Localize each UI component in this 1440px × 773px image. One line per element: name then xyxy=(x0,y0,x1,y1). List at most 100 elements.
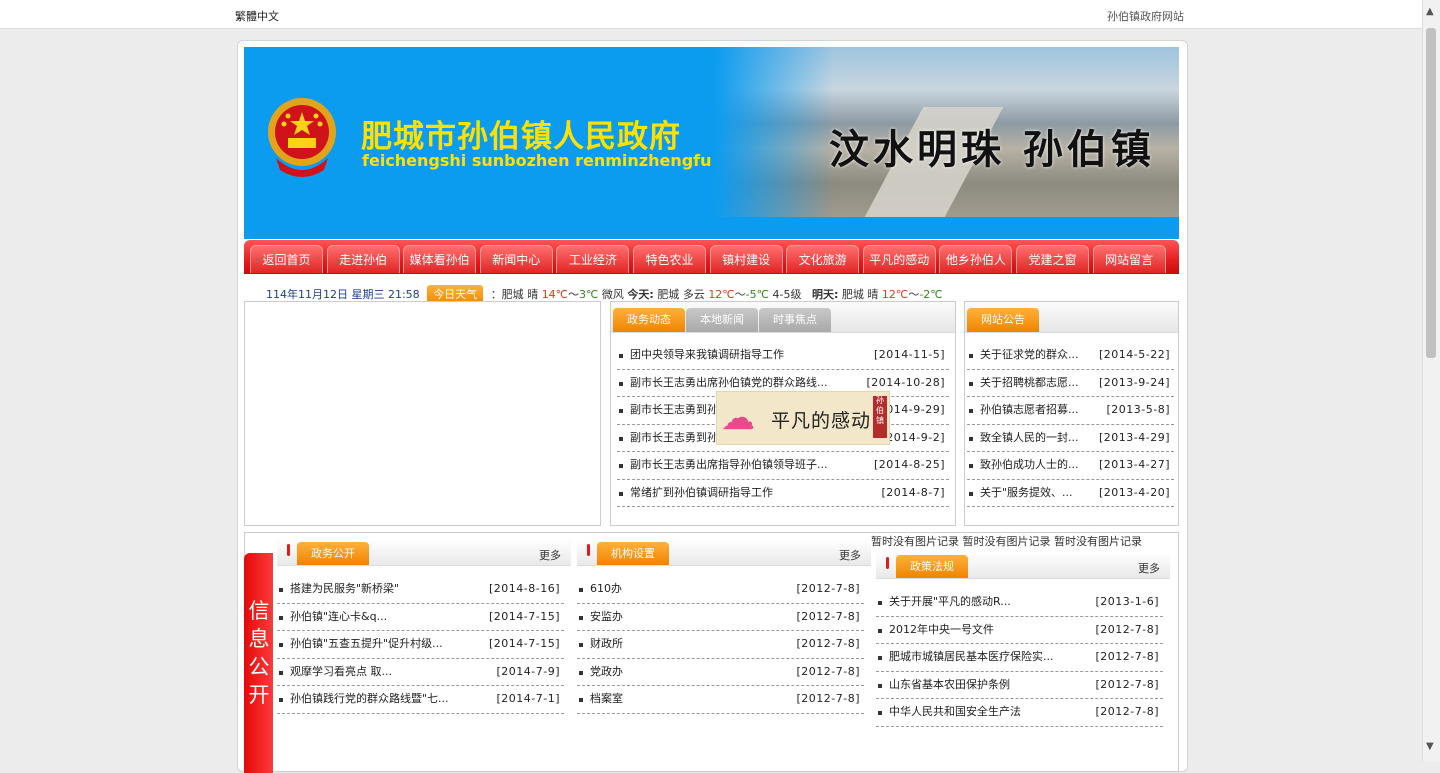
list-item-title[interactable]: 肥城市城镇居民基本医疗保险实... xyxy=(889,644,1054,670)
tab-gov-open[interactable]: 政务公开 xyxy=(297,542,369,565)
list-item-title[interactable]: 团中央领导来我镇调研指导工作 xyxy=(630,342,784,368)
gov-open-more-link[interactable]: 更多 xyxy=(539,547,561,563)
nav-item[interactable]: 党建之窗 xyxy=(1016,245,1089,273)
tab-policy[interactable]: 政策法规 xyxy=(896,555,968,578)
list-item-title[interactable]: 观摩学习看亮点 取... xyxy=(290,659,392,685)
list-item[interactable]: 孙伯镇"五查五提升"促升村级... [2014-7-15] xyxy=(277,631,564,659)
list-item-title[interactable]: 关于"服务提效、... xyxy=(980,480,1073,506)
list-item[interactable]: 关于开展"平凡的感动R... [2013-1-6] xyxy=(876,589,1163,617)
weather-now-low: 3℃ xyxy=(579,288,599,301)
site-name-link[interactable]: 孙伯镇政府网站 xyxy=(1107,8,1184,24)
list-item[interactable]: 团中央领导来我镇调研指导工作 [2014-11-5] xyxy=(617,342,949,370)
list-item[interactable]: 山东省基本农田保护条例 [2012-7-8] xyxy=(876,672,1163,699)
list-item-title[interactable]: 关于招聘桃都志愿... xyxy=(980,370,1079,396)
list-item-date: [2012-7-8] xyxy=(1095,622,1159,636)
list-item-title[interactable]: 2012年中央一号文件 xyxy=(889,617,994,643)
list-item-date: [2014-8-16] xyxy=(488,582,560,595)
list-item[interactable]: 肥城市城镇居民基本医疗保险实... [2012-7-8] xyxy=(876,644,1163,672)
list-item-title[interactable]: 孙伯镇"五查五提升"促升村级... xyxy=(290,631,443,657)
list-item-title[interactable]: 副市长王志勇到孙 xyxy=(630,425,718,451)
scroll-up-icon[interactable]: ▲ xyxy=(1426,6,1434,17)
list-item[interactable]: 常绪扩到孙伯镇调研指导工作 [2014-8-7] xyxy=(617,480,949,507)
list-item-date: [2014-7-15] xyxy=(488,637,560,650)
list-item[interactable]: 关于"服务提效、... [2013-4-20] xyxy=(967,480,1174,507)
list-item[interactable]: 中华人民共和国安全生产法 [2012-7-8] xyxy=(876,699,1163,727)
nav-item[interactable]: 镇村建设 xyxy=(709,245,783,273)
list-item-title[interactable]: 关于征求党的群众... xyxy=(980,342,1079,368)
bullet-icon xyxy=(279,615,283,620)
scrollbar-thumb[interactable] xyxy=(1426,28,1436,358)
list-item[interactable]: 关于征求党的群众... [2014-5-22] xyxy=(967,342,1174,370)
list-item-title[interactable]: 常绪扩到孙伯镇调研指导工作 xyxy=(630,480,773,506)
list-item[interactable]: 致孙伯成功人士的... [2013-4-27] xyxy=(967,452,1174,480)
list-item-title[interactable]: 致孙伯成功人士的... xyxy=(980,452,1079,478)
list-item-title[interactable]: 孙伯镇践行党的群众路线暨"七... xyxy=(290,686,449,712)
nav-item[interactable]: 他乡孙伯人 xyxy=(939,245,1013,273)
list-item-title[interactable]: 档案室 xyxy=(590,686,623,712)
list-item[interactable]: 致全镇人民的一封... [2013-4-29] xyxy=(967,425,1174,452)
list-item-title[interactable]: 中华人民共和国安全生产法 xyxy=(889,699,1021,725)
list-item-date: [2014-9-2] xyxy=(881,430,945,444)
list-item[interactable]: 档案室 [2012-7-8] xyxy=(577,686,864,714)
notice-tabs: 网站公告 xyxy=(965,302,1178,333)
list-item[interactable]: 副市长王志勇出席指导孙伯镇领导班子... [2014-8-25] xyxy=(617,452,949,480)
tab-site-notice[interactable]: 网站公告 xyxy=(967,308,1039,332)
weather-today-high: 12℃ xyxy=(708,288,735,301)
list-item-title[interactable]: 610办 xyxy=(590,576,622,602)
bullet-icon xyxy=(279,698,283,702)
nav-item[interactable]: 网站留言 xyxy=(1092,245,1166,273)
banner-slogan: 汶水明珠 孙伯镇 xyxy=(829,126,1155,173)
page-scrollbar[interactable]: ▲ ▼ xyxy=(1422,0,1440,762)
list-item-date: [2012-7-8] xyxy=(1095,650,1159,663)
list-item[interactable]: 2012年中央一号文件 [2012-7-8] xyxy=(876,617,1163,644)
bullet-icon xyxy=(579,670,583,675)
image-slideshow[interactable] xyxy=(244,301,601,526)
list-item-title[interactable]: 山东省基本农田保护条例 xyxy=(889,672,1010,698)
traditional-chinese-link[interactable]: 繁體中文 xyxy=(235,8,279,24)
nav-item[interactable]: 平凡的感动 xyxy=(862,245,936,273)
bullet-icon xyxy=(619,381,623,386)
list-item[interactable]: 党政办 [2012-7-8] xyxy=(577,659,864,686)
tab-org[interactable]: 机构设置 xyxy=(597,542,669,565)
list-item[interactable]: 财政所 [2012-7-8] xyxy=(577,631,864,659)
floating-ad-popup[interactable]: ☁ 平凡的感动 孙伯镇 xyxy=(716,391,890,445)
notice-list: 关于征求党的群众... [2014-5-22] 关于招聘桃都志愿... [2013-9… xyxy=(967,342,1174,507)
list-item-title[interactable]: 搭建为民服务"新桥梁" xyxy=(290,576,399,602)
nav-item[interactable]: 工业经济 xyxy=(556,245,630,273)
list-item-title[interactable]: 安监办 xyxy=(590,604,623,630)
list-item-title[interactable]: 孙伯镇"连心卡&q... xyxy=(290,604,387,630)
nav-item[interactable]: 返回首页 xyxy=(250,245,323,273)
list-item[interactable]: 关于招聘桃都志愿... [2013-9-24] xyxy=(967,370,1174,397)
weather-now-wind: 微风 xyxy=(601,288,624,301)
tab-current-affairs[interactable]: 时事焦点 xyxy=(759,308,831,332)
list-item[interactable]: 610办 [2012-7-8] xyxy=(577,576,864,604)
list-item[interactable]: 安监办 [2012-7-8] xyxy=(577,604,864,631)
list-item-title[interactable]: 党政办 xyxy=(590,659,623,685)
policy-more-link[interactable]: 更多 xyxy=(1138,560,1160,576)
nav-item[interactable]: 走进孙伯 xyxy=(326,245,400,273)
list-item-title[interactable]: 致全镇人民的一封... xyxy=(980,425,1079,451)
tab-gov-news[interactable]: 政务动态 xyxy=(613,308,685,332)
nav-item[interactable]: 特色农业 xyxy=(633,245,706,273)
gov-open-header: 政务公开 更多 xyxy=(277,539,571,566)
list-item[interactable]: 孙伯镇"连心卡&q... [2014-7-15] xyxy=(277,604,564,631)
list-item-title[interactable]: 副市长王志勇到孙 xyxy=(630,397,718,423)
list-item-title[interactable]: 财政所 xyxy=(590,631,623,657)
list-item-title[interactable]: 关于开展"平凡的感动R... xyxy=(889,589,1011,615)
list-item-title[interactable]: 孙伯镇志愿者招募... xyxy=(980,397,1079,423)
scroll-down-icon[interactable]: ▼ xyxy=(1426,741,1434,752)
list-item[interactable]: 孙伯镇践行党的群众路线暨"七... [2014-7-1] xyxy=(277,686,564,714)
list-item[interactable]: 搭建为民服务"新桥梁" [2014-8-16] xyxy=(277,576,564,604)
tab-local-news[interactable]: 本地新闻 xyxy=(686,308,758,332)
top-bar: 繁體中文 孙伯镇政府网站 xyxy=(0,0,1422,29)
nav-item[interactable]: 文化旅游 xyxy=(786,245,860,273)
list-item[interactable]: 孙伯镇志愿者招募... [2013-5-8] xyxy=(967,397,1174,425)
bullet-icon xyxy=(579,643,583,647)
org-more-link[interactable]: 更多 xyxy=(839,547,861,563)
nav-item[interactable]: 新闻中心 xyxy=(479,245,553,273)
bullet-icon xyxy=(619,491,623,496)
list-item[interactable]: 观摩学习看亮点 取... [2014-7-9] xyxy=(277,659,564,686)
list-item-title[interactable]: 副市长王志勇出席指导孙伯镇领导班子... xyxy=(630,452,828,478)
list-item-date: [2013-5-8] xyxy=(1106,403,1170,416)
nav-item[interactable]: 媒体看孙伯 xyxy=(403,245,477,273)
